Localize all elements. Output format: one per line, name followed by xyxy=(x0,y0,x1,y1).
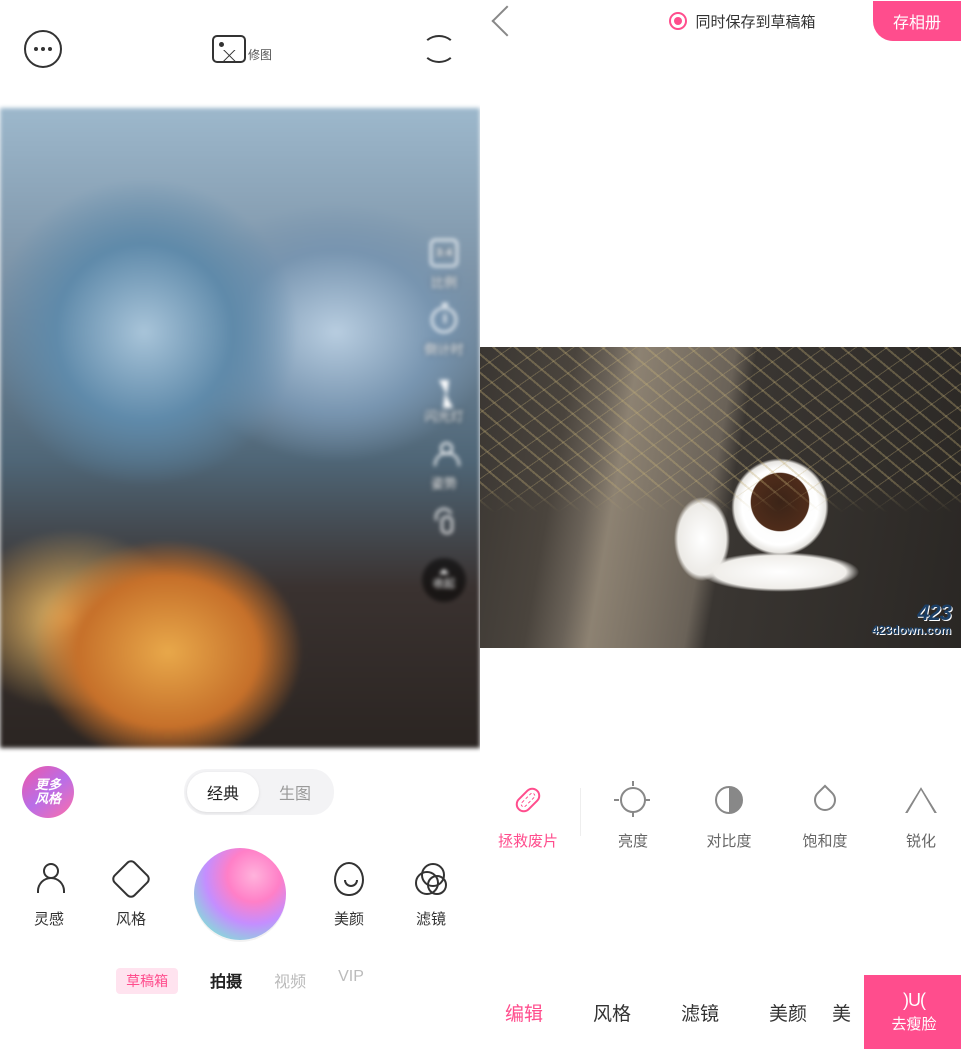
rescue-photo-button[interactable]: 拯救废片 xyxy=(480,782,576,851)
ratio-label: 比例 xyxy=(431,272,457,291)
filter-button[interactable]: 滤镜 xyxy=(412,860,450,929)
face-slim-button[interactable]: )U( 去瘦脸 xyxy=(864,975,961,1049)
saturation-label: 饱和度 xyxy=(802,830,847,851)
flash-icon xyxy=(439,380,449,395)
switch-camera-icon[interactable] xyxy=(422,35,456,63)
tab-style[interactable]: 风格 xyxy=(568,999,656,1026)
save-draft-toggle[interactable]: 同时保存到草稿箱 xyxy=(669,11,815,32)
collapse-tools-button[interactable]: 收起 xyxy=(422,558,466,602)
aspect-ratio-button[interactable]: 3:4 比例 xyxy=(429,238,459,291)
style-segment: 经典 生图 xyxy=(184,769,334,815)
beauty-label: 美颜 xyxy=(334,908,364,929)
triangle-icon xyxy=(905,787,937,813)
contrast-label: 对比度 xyxy=(706,830,751,851)
brightness-button[interactable]: 亮度 xyxy=(585,782,681,851)
menu-button[interactable] xyxy=(24,30,62,68)
bandaid-icon xyxy=(512,784,543,815)
sharpen-label: 锐化 xyxy=(906,830,936,851)
watermark: 423 423down.com xyxy=(872,602,951,636)
segment-classic[interactable]: 经典 xyxy=(187,772,259,812)
filter-icon xyxy=(415,863,447,895)
mode-selector: 草稿箱 拍摄 视频 VIP xyxy=(0,940,480,1008)
camera-panel: 修图 3:4 比例 倒计时 闪光灯 姿势 xyxy=(0,0,480,1049)
touch-icon xyxy=(431,508,457,534)
drop-icon xyxy=(809,784,840,815)
watermark-line2: 423down.com xyxy=(872,624,951,636)
beauty-button[interactable]: 美颜 xyxy=(330,860,368,929)
chevron-up-icon xyxy=(439,569,449,574)
watermark-line1: 423 xyxy=(872,602,951,624)
dots-icon xyxy=(34,47,52,51)
sharpen-button[interactable]: 锐化 xyxy=(873,782,961,851)
editor-topbar: 同时保存到草稿箱 存相册 xyxy=(480,0,961,42)
ratio-icon: 3:4 xyxy=(430,239,458,267)
timer-label: 倒计时 xyxy=(424,339,463,358)
tab-filter[interactable]: 滤镜 xyxy=(656,999,744,1026)
shutter-button[interactable] xyxy=(194,848,286,940)
separator xyxy=(580,788,581,836)
brightness-label: 亮度 xyxy=(618,830,648,851)
camera-topbar: 修图 xyxy=(0,0,480,108)
camera-viewfinder[interactable]: 3:4 比例 倒计时 闪光灯 姿势 收起 xyxy=(0,108,480,748)
editor-panel: 同时保存到草稿箱 存相册 423 423down.com 拯救废片 亮度 对比度… xyxy=(480,0,961,1049)
back-button[interactable] xyxy=(486,3,522,39)
editor-canvas-area: 423 423down.com xyxy=(480,42,961,762)
contrast-button[interactable]: 对比度 xyxy=(681,782,777,851)
editor-image[interactable]: 423 423down.com xyxy=(480,347,961,648)
collapse-label: 收起 xyxy=(433,575,455,591)
mode-draft[interactable]: 草稿箱 xyxy=(116,968,178,994)
inspiration-button[interactable]: 灵感 xyxy=(30,860,68,929)
chevron-left-icon xyxy=(491,5,522,36)
rescue-label: 拯救废片 xyxy=(498,830,558,851)
camera-bottom-controls: 更多风格 经典 生图 灵感 风格 美颜 滤镜 xyxy=(0,748,480,1049)
pose-label: 姿势 xyxy=(431,473,457,492)
tab-beauty2-partial[interactable]: 美 xyxy=(832,999,864,1026)
beauty-icon xyxy=(334,862,364,896)
editor-tabs: 编辑 风格 滤镜 美颜 美 )U( 去瘦脸 xyxy=(480,975,961,1049)
mode-vip[interactable]: VIP xyxy=(338,968,364,994)
save-album-button[interactable]: 存相册 xyxy=(873,1,961,41)
inspiration-icon xyxy=(33,863,65,895)
pose-icon xyxy=(432,442,456,466)
inspiration-label: 灵感 xyxy=(34,908,64,929)
timer-icon xyxy=(431,307,457,333)
save-draft-label: 同时保存到草稿箱 xyxy=(695,11,815,32)
style-icon xyxy=(110,857,152,899)
face-slim-icon: )U( xyxy=(903,990,925,1011)
style-button[interactable]: 风格 xyxy=(112,860,150,929)
contrast-icon xyxy=(715,786,743,814)
picture-icon xyxy=(212,35,246,63)
sun-icon xyxy=(620,787,646,813)
face-slim-label: 去瘦脸 xyxy=(891,1013,936,1034)
adjust-tools-row: 拯救废片 亮度 对比度 饱和度 锐化 xyxy=(480,762,961,851)
flash-label: 闪光灯 xyxy=(424,406,463,425)
filter-label: 滤镜 xyxy=(416,908,446,929)
pose-button[interactable]: 姿势 xyxy=(429,439,459,492)
tab-beauty[interactable]: 美颜 xyxy=(744,999,832,1026)
more-styles-badge[interactable]: 更多风格 xyxy=(22,766,74,818)
style-label: 风格 xyxy=(116,908,146,929)
camera-side-tools: 3:4 比例 倒计时 闪光灯 姿势 收起 xyxy=(422,238,466,602)
mode-shoot[interactable]: 拍摄 xyxy=(210,968,242,994)
timer-button[interactable]: 倒计时 xyxy=(424,305,463,358)
edit-label: 修图 xyxy=(248,46,272,63)
flash-button[interactable]: 闪光灯 xyxy=(424,372,463,425)
touch-shoot-button[interactable] xyxy=(429,506,459,540)
tab-edit[interactable]: 编辑 xyxy=(480,999,568,1026)
saturation-button[interactable]: 饱和度 xyxy=(777,782,873,851)
edit-photo-button[interactable]: 修图 xyxy=(212,35,272,63)
mode-video[interactable]: 视频 xyxy=(274,968,306,994)
radio-checked-icon xyxy=(669,12,687,30)
segment-raw[interactable]: 生图 xyxy=(259,772,331,812)
